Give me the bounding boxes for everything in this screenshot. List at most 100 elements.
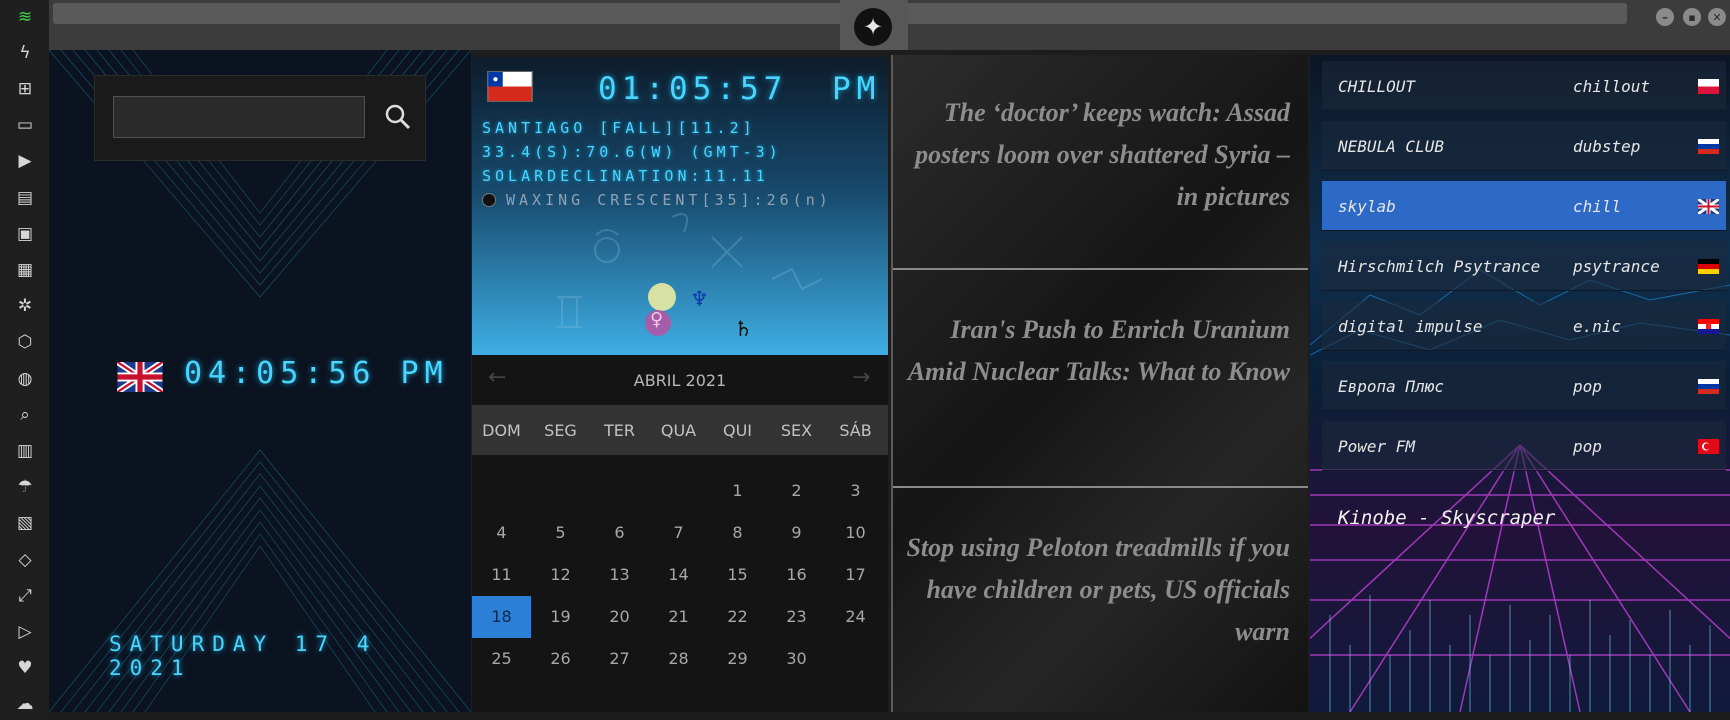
news-headline[interactable]: Iran's Push to Enrich Uranium Amid Nucle…: [893, 309, 1308, 393]
youtube-icon[interactable]: ▷: [12, 619, 38, 645]
expand-icon[interactable]: ⤢: [12, 583, 38, 609]
calendar-day[interactable]: 21: [649, 596, 708, 638]
station-genre: psytrance: [1573, 257, 1660, 276]
windows-icon[interactable]: ⊞: [12, 76, 38, 102]
station-genre: chillout: [1573, 77, 1651, 96]
search-icon[interactable]: [382, 96, 414, 138]
weekday-label: TER: [604, 421, 635, 440]
station-row[interactable]: NEBULA CLUB dubstep: [1322, 121, 1726, 171]
calendar-day[interactable]: 4: [472, 512, 531, 554]
cloud-icon[interactable]: ☁: [12, 692, 38, 718]
hexagon-icon[interactable]: ⬡: [12, 330, 38, 356]
calendar-day[interactable]: 16: [767, 554, 826, 596]
calendar-day[interactable]: 22: [708, 596, 767, 638]
station-genre: pop: [1573, 377, 1602, 396]
calendar-day[interactable]: 1: [708, 470, 767, 512]
calendar-day[interactable]: 10: [826, 512, 885, 554]
calendar-day[interactable]: 29: [708, 638, 767, 680]
newspaper-icon[interactable]: ▦: [12, 257, 38, 283]
calendar-weekdays: DOM SEG TER QUA QUI SEX SÁB: [472, 405, 888, 455]
map-book-icon[interactable]: ▤: [12, 185, 38, 211]
local-time: 04:05:56 PM: [184, 356, 449, 391]
search-input[interactable]: [113, 96, 365, 138]
calendar-day[interactable]: 9: [767, 512, 826, 554]
station-name: Hirschmilch Psytrance: [1338, 257, 1541, 276]
archive-icon[interactable]: ▭: [12, 113, 38, 139]
code-icon[interactable]: ◇: [12, 547, 38, 573]
russia-flag-icon: [1698, 139, 1719, 154]
news-divider: [893, 486, 1308, 488]
calendar-day[interactable]: 17: [826, 554, 885, 596]
calendar-day[interactable]: 19: [531, 596, 590, 638]
calendar-day[interactable]: 26: [531, 638, 590, 680]
station-name: CHILLOUT: [1338, 77, 1416, 96]
calendar-day[interactable]: 14: [649, 554, 708, 596]
station-row[interactable]: skylab chill: [1322, 181, 1726, 231]
station-name: Европа Плюс: [1338, 377, 1444, 396]
map-icon[interactable]: ▥: [12, 438, 38, 464]
calendar-day[interactable]: 6: [590, 512, 649, 554]
venus-icon: ♀: [650, 309, 664, 330]
uk-flag-icon: [1698, 199, 1719, 214]
calendar-day[interactable]: 20: [590, 596, 649, 638]
calendar-day[interactable]: 15: [708, 554, 767, 596]
globe-icon[interactable]: ◍: [12, 366, 38, 392]
calendar-next-button[interactable]: →: [852, 365, 870, 390]
left-sidebar: ≋ ϟ ⊞ ▭ ▶ ▤ ▣ ▦ ✲ ⬡ ◍ ⌕ ▥ ☂ ▧ ◇ ⤢ ▷ ♥ ☁: [0, 0, 49, 720]
aperture-icon[interactable]: ✲: [12, 294, 38, 320]
search-icon[interactable]: ⌕: [12, 402, 38, 428]
calendar-header: ← ABRIL 2021 →: [472, 355, 888, 405]
calendar-day-selected[interactable]: 18: [472, 596, 531, 638]
calendar-day[interactable]: 30: [767, 638, 826, 680]
close-button[interactable]: ✕: [1708, 8, 1726, 26]
station-name: digital impulse: [1338, 317, 1483, 336]
calendar-day[interactable]: 25: [472, 638, 531, 680]
weekday-label: SEG: [544, 421, 577, 440]
logo-tab[interactable]: ✦: [840, 0, 908, 50]
calendar-title: ABRIL 2021: [633, 371, 727, 390]
calendar-day[interactable]: 3: [826, 470, 885, 512]
germany-flag-icon: [1698, 259, 1719, 274]
calendar-day[interactable]: 13: [590, 554, 649, 596]
now-playing: Kinobe - Skyscraper: [1338, 507, 1556, 529]
contact-card-icon[interactable]: ▧: [12, 511, 38, 537]
weekday-label: QUA: [660, 421, 697, 440]
news-headline[interactable]: Stop using Peloton treadmills if you hav…: [893, 527, 1308, 653]
station-name: NEBULA CLUB: [1338, 137, 1444, 156]
station-row[interactable]: Европа Плюс pop: [1322, 361, 1726, 411]
station-row[interactable]: Power FM pop: [1322, 421, 1726, 471]
station-row[interactable]: CHILLOUT chillout: [1322, 61, 1726, 111]
rebel-logo-icon: ✦: [854, 8, 892, 46]
play-icon[interactable]: ▶: [12, 149, 38, 175]
image-icon[interactable]: ▣: [12, 221, 38, 247]
calendar-day[interactable]: 11: [472, 554, 531, 596]
radio-panel: CHILLOUT chillout NEBULA CLUB dubstep skylab…: [1310, 55, 1730, 712]
turkey-flag-icon: [1698, 439, 1719, 454]
wifi-icon[interactable]: ≋: [12, 4, 38, 30]
russia-flag-icon: [1698, 379, 1719, 394]
calendar-day[interactable]: 23: [767, 596, 826, 638]
calendar-day[interactable]: 2: [767, 470, 826, 512]
umbrella-icon[interactable]: ☂: [12, 475, 38, 501]
maximize-button[interactable]: ▪: [1683, 8, 1701, 26]
poland-flag-icon: [1698, 79, 1719, 94]
calendar-day[interactable]: 28: [649, 638, 708, 680]
calendar-day[interactable]: 8: [708, 512, 767, 554]
calendar-day[interactable]: 12: [531, 554, 590, 596]
station-row[interactable]: digital impulse e.nic: [1322, 301, 1726, 351]
calendar-day[interactable]: 27: [590, 638, 649, 680]
calendar-day[interactable]: 24: [826, 596, 885, 638]
news-headline[interactable]: The ‘doctor’ keeps watch: Assad posters …: [893, 92, 1308, 218]
calendar-day[interactable]: 7: [649, 512, 708, 554]
station-genre: chill: [1573, 197, 1622, 216]
window-titlebar: ✦ – ▪ ✕: [49, 0, 1730, 50]
weekday-label: SÁB: [839, 421, 872, 440]
calendar-day[interactable]: 5: [531, 512, 590, 554]
station-genre: e.nic: [1573, 317, 1622, 336]
heart-icon[interactable]: ♥: [12, 656, 38, 682]
bolt-icon[interactable]: ϟ: [12, 40, 38, 66]
weekday-label: DOM: [482, 421, 521, 440]
neptune-icon: ♆: [690, 287, 709, 311]
station-row[interactable]: Hirschmilch Psytrance psytrance: [1322, 241, 1726, 291]
minimize-button[interactable]: –: [1656, 8, 1674, 26]
